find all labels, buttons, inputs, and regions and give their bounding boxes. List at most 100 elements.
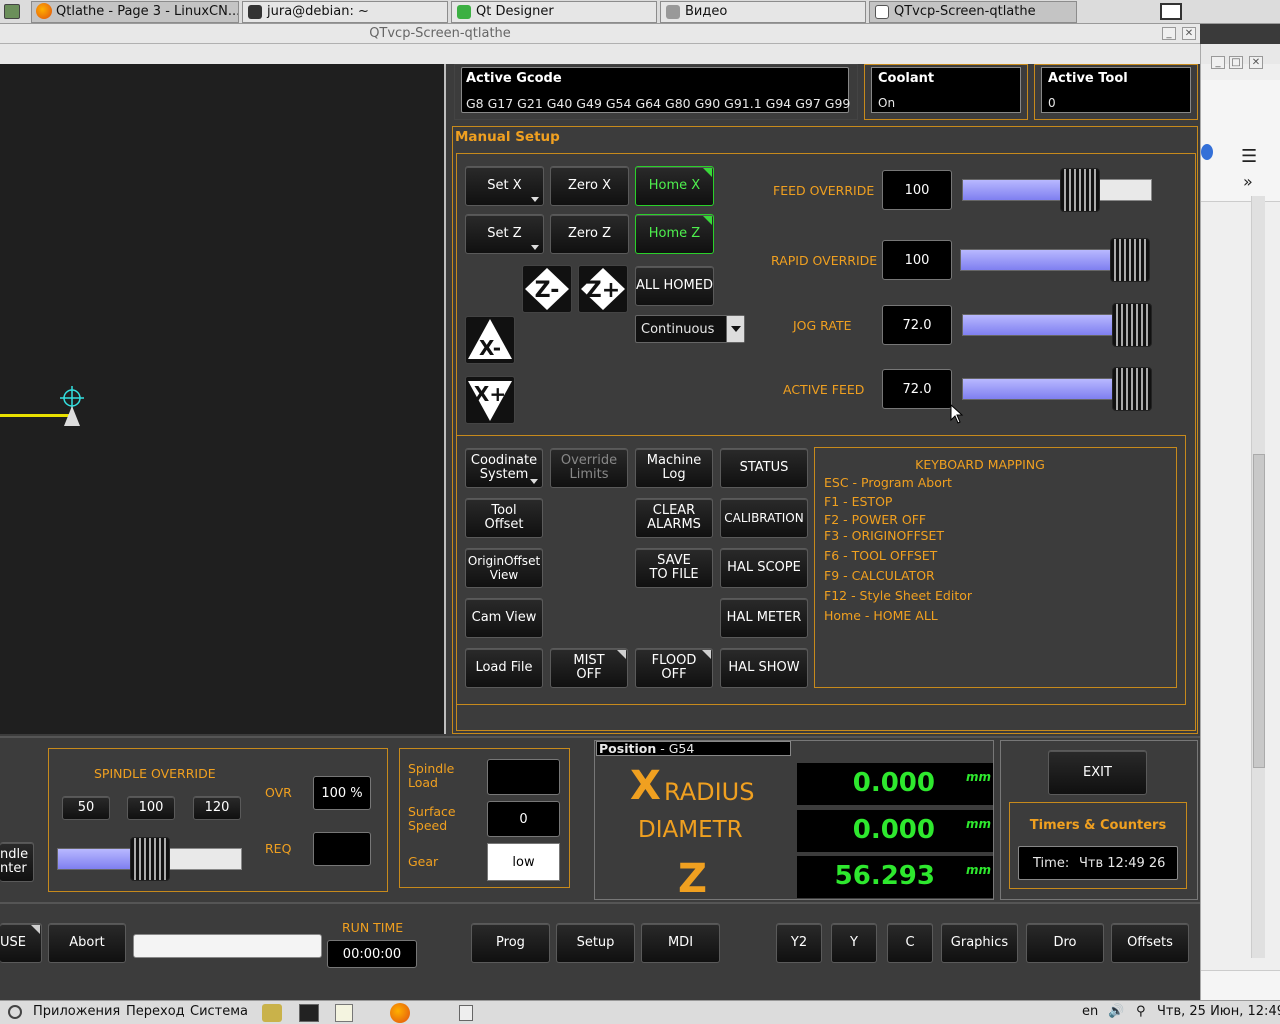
tab-setup[interactable]: Setup <box>556 923 635 963</box>
coordinate-system-button[interactable]: Coodinate System <box>465 448 543 488</box>
hal-scope-button[interactable]: HAL SCOPE <box>720 548 808 588</box>
minimize-icon[interactable]: _ <box>1211 56 1225 69</box>
hal-show-button[interactable]: HAL SHOW <box>720 648 808 688</box>
surface-speed-label: Surface Speed <box>408 804 456 833</box>
set-x-button[interactable]: Set X <box>465 166 544 206</box>
active-feed-slider[interactable] <box>962 367 1152 411</box>
load-file-button[interactable]: Load File <box>465 648 543 688</box>
svg-text:Z+: Z+ <box>586 278 620 303</box>
account-icon[interactable] <box>1201 144 1213 160</box>
exit-button[interactable]: EXIT <box>1048 750 1147 795</box>
chevron-down-icon <box>726 316 744 342</box>
y-button[interactable]: Y <box>831 923 877 963</box>
slider-handle[interactable] <box>130 837 170 881</box>
abort-button[interactable]: Abort <box>48 923 126 963</box>
feed-override-slider[interactable] <box>962 168 1152 212</box>
flood-toggle-button[interactable]: FLOOD OFF <box>635 648 713 688</box>
divider <box>0 902 1200 904</box>
text-editor-icon[interactable] <box>335 1004 353 1022</box>
machine-log-button[interactable]: Machine Log <box>635 448 713 488</box>
task-firefox[interactable]: Qtlathe - Page 3 - LinuxCN... <box>31 1 239 23</box>
close-icon[interactable]: ✕ <box>1249 56 1263 69</box>
origin-offset-view-button[interactable]: OriginOffset View <box>465 548 543 588</box>
tool-display: Active Tool 0 <box>1041 67 1191 113</box>
keyboard-layout[interactable]: en <box>1082 1004 1098 1019</box>
req-value <box>313 832 371 866</box>
volume-icon[interactable]: 🔊 <box>1108 1004 1124 1019</box>
rapid-override-slider[interactable] <box>960 238 1150 282</box>
all-homed-button[interactable]: ALL HOMED <box>635 266 714 306</box>
override-limits-button[interactable]: Override Limits <box>550 448 628 488</box>
set-z-button[interactable]: Set Z <box>465 214 544 254</box>
scrollbar[interactable] <box>1251 196 1265 958</box>
graphics-view[interactable] <box>0 64 446 734</box>
jog-z-plus-button[interactable]: Z+ <box>578 265 628 313</box>
task-video[interactable]: Видео <box>660 1 866 23</box>
c-button[interactable]: C <box>887 923 933 963</box>
network-icon[interactable]: ⚲ <box>1136 1004 1146 1019</box>
surface-speed-value: 0 <box>487 801 560 837</box>
tool-offset-button[interactable]: Tool Offset <box>465 498 543 538</box>
offsets-tab-button[interactable]: Offsets <box>1111 923 1189 963</box>
jog-rate-slider[interactable] <box>962 303 1152 347</box>
spindle-center-button[interactable]: ndle nter <box>0 842 34 882</box>
clear-alarms-button[interactable]: CLEAR ALARMS <box>635 498 713 538</box>
overflow-icon[interactable]: » <box>1243 172 1253 191</box>
power-icon[interactable] <box>8 1005 22 1019</box>
maximize-icon[interactable]: □ <box>1229 56 1243 69</box>
minimize-icon[interactable]: _ <box>1162 27 1176 40</box>
zero-x-button[interactable]: Zero X <box>550 166 629 206</box>
slider-handle[interactable] <box>1112 367 1152 411</box>
jog-x-minus-button[interactable]: X- <box>465 316 515 364</box>
home-x-button[interactable]: Home X <box>635 166 714 206</box>
gear-value: low <box>487 843 560 881</box>
task-qtdesigner[interactable]: Qt Designer <box>451 1 657 23</box>
gear-label: Gear <box>408 854 439 869</box>
task-terminal[interactable]: jura@debian: ~ <box>242 1 448 23</box>
applications-menu[interactable]: Приложения <box>33 1004 120 1019</box>
spindle-50-button[interactable]: 50 <box>62 796 110 820</box>
spindle-120-button[interactable]: 120 <box>193 796 241 820</box>
mist-toggle-button[interactable]: MIST OFF <box>550 648 628 688</box>
system-menu[interactable]: Система <box>190 1004 248 1019</box>
tab-mdi[interactable]: MDI <box>641 923 720 963</box>
menu-icon[interactable]: ☰ <box>1241 146 1257 167</box>
cam-view-button[interactable]: Cam View <box>465 598 543 638</box>
close-icon[interactable]: ✕ <box>1182 27 1196 40</box>
pause-button[interactable]: USE <box>0 923 42 963</box>
tab-prog[interactable]: Prog <box>471 923 550 963</box>
save-to-file-button[interactable]: SAVE TO FILE <box>635 548 713 588</box>
background-statusbar <box>1201 970 1280 1000</box>
status-button[interactable]: STATUS <box>720 448 808 488</box>
z-plus-icon: Z+ <box>581 268 625 310</box>
slider-handle[interactable] <box>1110 238 1150 282</box>
dro-tab-button[interactable]: Dro <box>1026 923 1104 963</box>
dro-value: 0.000 <box>852 768 935 798</box>
spindle-load-value <box>487 759 560 795</box>
clock[interactable]: Чтв, 25 Июн, 12:49 <box>1157 1004 1280 1019</box>
y2-button[interactable]: Y2 <box>776 923 822 963</box>
slider-handle[interactable] <box>1112 303 1152 347</box>
keyboard-item: F1 - ESTOP <box>824 494 893 509</box>
button-label: MIST OFF <box>573 653 605 682</box>
show-desktop-icon[interactable] <box>1160 3 1182 20</box>
spindle-override-slider[interactable] <box>57 837 242 881</box>
camera-icon[interactable] <box>4 4 20 19</box>
places-menu[interactable]: Переход <box>126 1004 185 1019</box>
terminal-launcher-icon[interactable] <box>299 1004 319 1022</box>
workspace-switcher-icon[interactable] <box>459 1005 473 1021</box>
hal-meter-button[interactable]: HAL METER <box>720 598 808 638</box>
spindle-100-button[interactable]: 100 <box>127 796 175 820</box>
jog-z-minus-button[interactable]: Z- <box>522 265 572 313</box>
graphics-tab-button[interactable]: Graphics <box>941 923 1018 963</box>
home-z-button[interactable]: Home Z <box>635 214 714 254</box>
firefox-launcher-icon[interactable] <box>390 1003 410 1023</box>
slider-handle[interactable] <box>1060 168 1100 212</box>
zero-z-button[interactable]: Zero Z <box>550 214 629 254</box>
linuxcnc-launcher-icon[interactable] <box>262 1004 282 1022</box>
scrollbar-thumb[interactable] <box>1253 454 1265 768</box>
task-qtvcp[interactable]: QTvcp-Screen-qtlathe <box>869 1 1077 23</box>
jog-mode-select[interactable]: Continuous <box>635 315 745 343</box>
jog-x-plus-button[interactable]: X+ <box>465 376 515 424</box>
calibration-button[interactable]: CALIBRATION <box>720 498 808 538</box>
